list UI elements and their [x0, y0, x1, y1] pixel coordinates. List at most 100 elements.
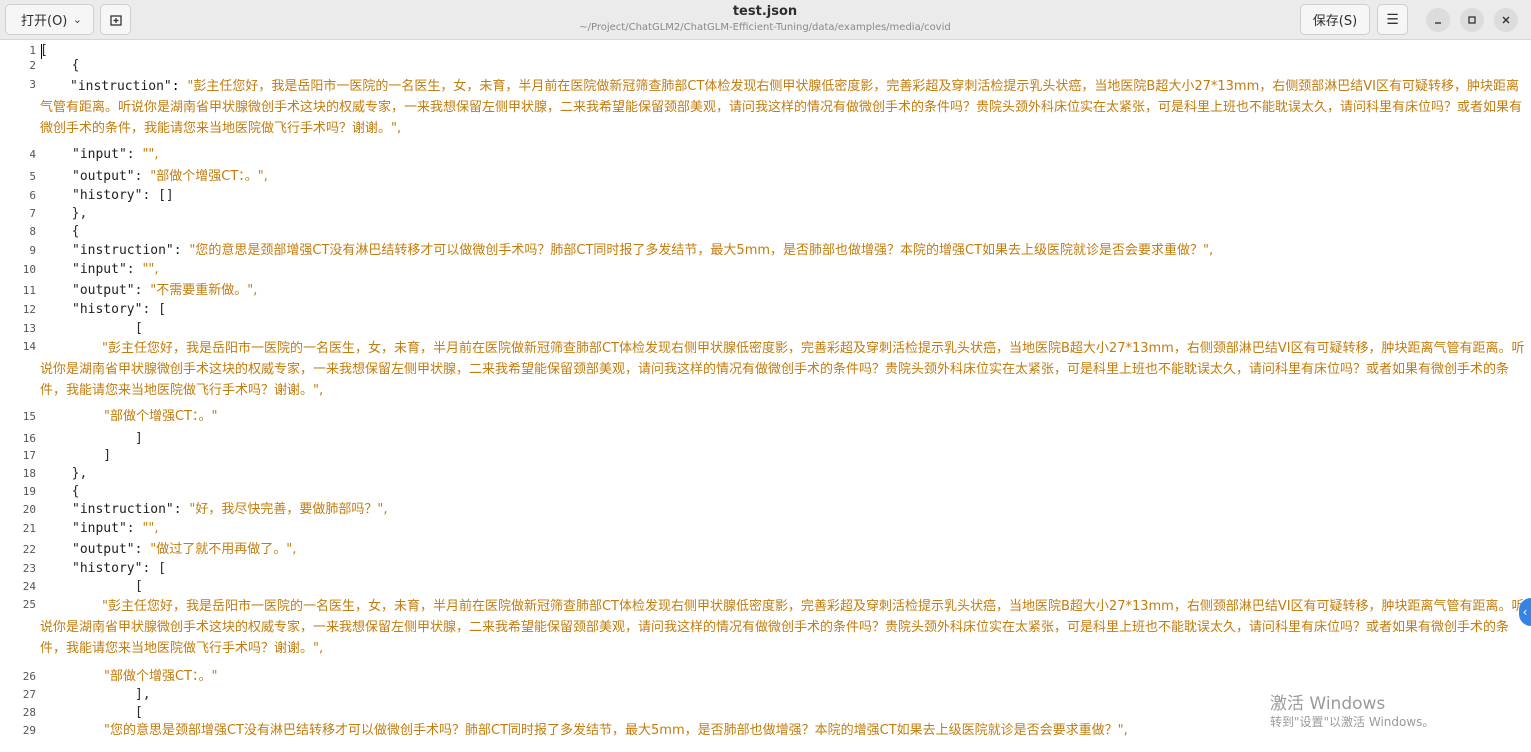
- line-number: 3: [29, 78, 36, 91]
- code-text: [: [40, 43, 48, 58]
- code-line: {: [56, 223, 80, 241]
- window-title-block: test.json ~/Project/ChatGLM2/ChatGLM-Eff…: [560, 3, 970, 35]
- json-string-value: "好，我尽快完善，要做肺部吗？",: [189, 502, 388, 517]
- open-button-label: 打开(O): [21, 14, 68, 29]
- line-number: 5: [29, 170, 36, 183]
- minimize-button[interactable]: [1426, 8, 1450, 32]
- line-number: 26: [22, 670, 36, 683]
- line-number: 10: [22, 263, 36, 276]
- open-button[interactable]: 打开(O) ⌄: [5, 4, 94, 35]
- maximize-button[interactable]: [1460, 8, 1484, 32]
- line-number: 22: [22, 543, 36, 556]
- json-string-value: "",: [142, 521, 159, 536]
- maximize-icon: [1468, 16, 1476, 24]
- code-line: "input": "",: [72, 146, 159, 164]
- json-colon: :: [171, 79, 188, 94]
- code-text: [: [88, 579, 143, 594]
- json-string-value: "不需要重新做。",: [150, 283, 258, 298]
- code-line: "output": "做过了就不用再做了。",: [72, 541, 296, 559]
- window-title: test.json: [732, 4, 798, 19]
- line-number: 21: [22, 522, 36, 535]
- activation-watermark: 激活 Windows 转到"设置"以激活 Windows。: [1270, 694, 1434, 730]
- json-colon: :: [173, 502, 190, 517]
- code-line: ]: [88, 430, 143, 448]
- line-number: 18: [22, 467, 36, 480]
- close-icon: [1502, 16, 1510, 24]
- code-text: ]: [72, 448, 112, 463]
- json-string-value: "彭主任您好，我是岳阳市一医院的一名医生，女，未育，半月前在医院做新冠筛查肺部C…: [40, 341, 1525, 398]
- code-line: "instruction": "好，我尽快完善，要做肺部吗？",: [72, 501, 388, 519]
- code-line: {: [56, 57, 80, 75]
- json-string-value: "您的意思是颈部增强CT没有淋巴结转移才可以做微创手术吗？肺部CT同时报了多发结…: [104, 723, 1128, 738]
- file-path: ~/Project/ChatGLM2/ChatGLM-Efficient-Tun…: [579, 22, 951, 33]
- json-punctuation: : []: [142, 188, 174, 203]
- menu-button[interactable]: ☰: [1377, 4, 1408, 35]
- json-string-value: "彭主任您好，我是岳阳市一医院的一名医生，女，未育，半月前在医院做新冠筛查肺部C…: [40, 599, 1525, 656]
- line-number: 6: [29, 189, 36, 202]
- json-key: "instruction": [70, 79, 172, 94]
- line-number: 8: [29, 225, 36, 238]
- json-string-value: "部做个增强CT：。": [104, 669, 218, 684]
- new-tab-button[interactable]: [100, 4, 131, 35]
- code-text: ],: [88, 687, 151, 702]
- text-editor[interactable]: 1 2 3 4 5 6 7 8 9 10 11 12 13 14 15 16 17 18 19 20 21 22 23 24 2…: [0, 41, 1531, 752]
- line-number: 29: [22, 724, 36, 737]
- line-number: 13: [22, 322, 36, 335]
- json-colon: :: [134, 283, 151, 298]
- json-colon: :: [126, 521, 143, 536]
- line-number: 7: [29, 207, 36, 220]
- code-line: "history": [: [72, 301, 166, 319]
- code-text: {: [56, 224, 80, 239]
- json-string-value: "您的意思是颈部增强CT没有淋巴结转移才可以做微创手术吗？肺部CT同时报了多发结…: [189, 243, 1214, 258]
- line-number: 25: [22, 598, 36, 611]
- line-number: 19: [22, 485, 36, 498]
- json-key: "input": [72, 521, 127, 536]
- code-line: "history": [: [72, 560, 166, 578]
- watermark-line-1: 激活 Windows: [1270, 694, 1386, 714]
- code-line: "部做个增强CT：。": [104, 668, 217, 686]
- code-text: {: [56, 58, 80, 73]
- code-line: "output": "部做个增强CT：。",: [72, 168, 268, 186]
- new-tab-icon: [109, 14, 122, 26]
- json-punctuation: : [: [142, 302, 166, 317]
- code-line: [: [40, 42, 48, 60]
- code-text: {: [56, 484, 80, 499]
- json-string-value: "",: [142, 262, 159, 277]
- chevron-down-icon: ⌄: [72, 13, 82, 26]
- code-text: },: [56, 466, 88, 481]
- json-key: "instruction": [72, 502, 174, 517]
- code-line: "history": []: [72, 187, 174, 205]
- line-number: 24: [22, 580, 36, 593]
- json-key: "output": [72, 542, 135, 557]
- line-number: 4: [29, 148, 36, 161]
- json-string-value: "彭主任您好，我是岳阳市一医院的一名医生，女，未育，半月前在医院做新冠筛查肺部C…: [40, 79, 1523, 136]
- json-colon: :: [126, 147, 143, 162]
- json-string-value: "做过了就不用再做了。",: [150, 542, 297, 557]
- json-key: "output": [72, 169, 135, 184]
- code-line: "output": "不需要重新做。",: [72, 282, 257, 300]
- save-button[interactable]: 保存(S): [1300, 4, 1370, 35]
- line-number: 2: [29, 59, 36, 72]
- line-number: 20: [22, 503, 36, 516]
- code-line: "input": "",: [72, 520, 159, 538]
- code-line: "instruction": "彭主任您好，我是岳阳市一医院的一名医生，女，未育…: [40, 76, 1528, 139]
- code-line: "彭主任您好，我是岳阳市一医院的一名医生，女，未育，半月前在医院做新冠筛查肺部C…: [40, 596, 1528, 659]
- watermark-line-2: 转到"设置"以激活 Windows。: [1270, 715, 1435, 729]
- code-text: [: [88, 321, 143, 336]
- chevron-left-icon: ‹: [1522, 605, 1528, 619]
- code-line: "input": "",: [72, 261, 159, 279]
- json-colon: :: [134, 542, 151, 557]
- code-text: },: [56, 206, 88, 221]
- line-number: 12: [22, 303, 36, 316]
- json-punctuation: : [: [142, 561, 166, 576]
- json-key: "history": [72, 561, 143, 576]
- json-string-value: "部做个增强CT：。",: [150, 169, 268, 184]
- json-key: "history": [72, 188, 143, 203]
- json-key: "input": [72, 262, 127, 277]
- code-line: [: [88, 704, 143, 722]
- line-number: 17: [22, 449, 36, 462]
- code-line: ]: [72, 447, 111, 465]
- line-number: 23: [22, 562, 36, 575]
- line-number: 16: [22, 432, 36, 445]
- close-button[interactable]: [1494, 8, 1518, 32]
